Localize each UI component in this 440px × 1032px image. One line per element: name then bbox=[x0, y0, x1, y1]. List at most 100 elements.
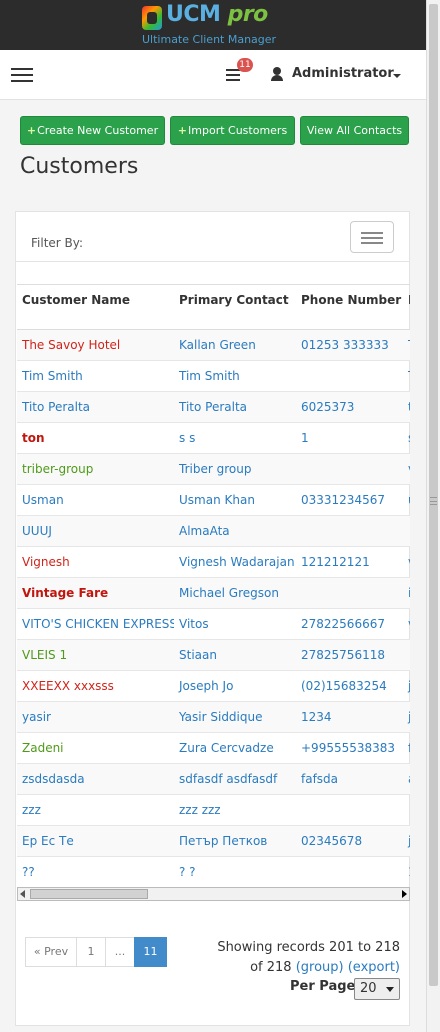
table-row[interactable]: ??? ? 1 bbox=[17, 855, 410, 887]
primary-contact-link[interactable]: Yasir Siddique bbox=[174, 700, 296, 732]
page-1-button[interactable]: 1 bbox=[76, 937, 106, 967]
primary-contact-link[interactable]: Tito Peralta bbox=[174, 390, 296, 422]
primary-contact-link[interactable]: s s bbox=[174, 421, 296, 453]
customer-name-link[interactable]: Tim Smith bbox=[17, 359, 174, 391]
customer-name-link[interactable]: VLEIS 1 bbox=[17, 638, 174, 670]
table-row[interactable]: Tito PeraltaTito Peralta6025373t bbox=[17, 390, 410, 422]
group-link[interactable]: (group) bbox=[296, 960, 344, 975]
records-summary: Showing records 201 to 218 of 218 (group… bbox=[200, 938, 400, 978]
vertical-scrollbar[interactable] bbox=[426, 0, 440, 1032]
table-row[interactable]: VigneshVignesh Wadarajan121212121v bbox=[17, 545, 410, 577]
table-row[interactable]: Tim SmithTim Smith T bbox=[17, 359, 410, 391]
phone-number-cell: 01253 333333 bbox=[296, 328, 403, 360]
menu-toggle-icon[interactable] bbox=[11, 68, 33, 82]
phone-number-cell bbox=[296, 855, 403, 887]
records-range: Showing records 201 to 218 bbox=[217, 940, 400, 955]
primary-contact-link[interactable]: Kallan Green bbox=[174, 328, 296, 360]
phone-number-cell: 1234 bbox=[296, 700, 403, 732]
plus-icon: + bbox=[26, 124, 37, 137]
phone-number-cell: 02345678 bbox=[296, 824, 403, 856]
customer-name-link[interactable]: UUUJ bbox=[17, 514, 174, 546]
column-header[interactable]: Phone Number bbox=[296, 285, 403, 330]
primary-contact-link[interactable]: Triber group bbox=[174, 452, 296, 484]
customer-name-link[interactable]: zsdsdasda bbox=[17, 762, 174, 794]
table-row[interactable]: UUUJ AlmaAta bbox=[17, 514, 410, 546]
column-header[interactable]: Customer Name bbox=[17, 285, 174, 330]
column-header[interactable]: Primary Contact bbox=[174, 285, 296, 330]
table-row[interactable]: zsdsdasdasdfasdf asdfasdffafsdaa bbox=[17, 762, 410, 794]
primary-contact-link[interactable]: Vignesh Wadarajan bbox=[174, 545, 296, 577]
primary-contact-link[interactable]: Петър Петков bbox=[174, 824, 296, 856]
table-row[interactable]: Vintage FareMichael Gregson i bbox=[17, 576, 410, 608]
horizontal-scroll-thumb[interactable] bbox=[30, 889, 148, 899]
customer-name-link[interactable]: ?? bbox=[17, 855, 174, 887]
customer-name-link[interactable]: zzz bbox=[17, 793, 174, 825]
primary-contact-link[interactable]: ? ? bbox=[174, 855, 296, 887]
primary-contact-link[interactable]: Joseph Jo bbox=[174, 669, 296, 701]
table-row[interactable]: ZadeniZura Cercvadze+99555538383f bbox=[17, 731, 410, 763]
per-page-select[interactable]: 20 bbox=[354, 978, 400, 1000]
scroll-left-icon[interactable] bbox=[20, 890, 25, 898]
filter-toggle-button[interactable] bbox=[350, 221, 394, 253]
phone-number-cell: 27822566667 bbox=[296, 607, 403, 639]
primary-contact-link[interactable]: Usman Khan bbox=[174, 483, 296, 515]
ucm-pro-logo[interactable]: UCM pro Ultimate Client Manager bbox=[142, 2, 292, 48]
customer-name-link[interactable]: Vintage Fare bbox=[17, 576, 174, 608]
vertical-scroll-thumb[interactable] bbox=[429, 4, 438, 986]
view-all-contacts-button[interactable]: View All Contacts bbox=[300, 116, 409, 145]
table-row[interactable]: Ер Ес ТеПетър Петков02345678j bbox=[17, 824, 410, 856]
primary-contact-link[interactable]: Stiaan bbox=[174, 638, 296, 670]
primary-contact-link[interactable]: Tim Smith bbox=[174, 359, 296, 391]
export-link[interactable]: (export) bbox=[348, 960, 400, 975]
table-row[interactable]: VLEIS 1 Stiaan 27825756118 bbox=[17, 638, 410, 670]
create-customer-button[interactable]: +Create New Customer bbox=[20, 116, 165, 145]
table-row[interactable]: The Savoy HotelKallan Green01253 333333T bbox=[17, 328, 410, 360]
email-cell: i bbox=[403, 576, 410, 608]
primary-contact-link[interactable]: Zura Cercvadze bbox=[174, 731, 296, 763]
phone-number-cell: +99555538383 bbox=[296, 731, 403, 763]
customer-name-link[interactable]: Ер Ес Те bbox=[17, 824, 174, 856]
table-row[interactable]: VITO'S CHICKEN EXPRESSVitos27822566667v bbox=[17, 607, 410, 639]
prev-page-button[interactable]: « Prev bbox=[25, 937, 77, 967]
table-row[interactable]: yasirYasir Siddique1234j bbox=[17, 700, 410, 732]
chevron-down-icon[interactable] bbox=[393, 74, 401, 78]
phone-number-cell: 6025373 bbox=[296, 390, 403, 422]
email-cell: j bbox=[403, 669, 410, 701]
primary-contact-link[interactable]: sdfasdf asdfasdf bbox=[174, 762, 296, 794]
table-row[interactable]: UsmanUsman Khan03331234567u bbox=[17, 483, 410, 515]
customer-name-link[interactable]: Zadeni bbox=[17, 731, 174, 763]
phone-number-cell bbox=[296, 793, 403, 825]
column-header[interactable]: Email bbox=[403, 285, 410, 330]
per-page-label: Per Page: bbox=[290, 979, 361, 994]
primary-contact-link[interactable]: AlmaAta bbox=[174, 514, 296, 546]
customer-name-link[interactable]: The Savoy Hotel bbox=[17, 328, 174, 360]
customer-name-link[interactable]: VITO'S CHICKEN EXPRESS bbox=[17, 607, 174, 639]
primary-contact-link[interactable]: Vitos bbox=[174, 607, 296, 639]
user-icon[interactable] bbox=[270, 67, 284, 81]
customer-name-link[interactable]: Vignesh bbox=[17, 545, 174, 577]
customer-name-link[interactable]: Tito Peralta bbox=[17, 390, 174, 422]
customer-name-link[interactable]: triber-group bbox=[17, 452, 174, 484]
email-cell bbox=[403, 514, 410, 546]
customer-name-link[interactable]: ton bbox=[17, 421, 174, 453]
notification-badge[interactable]: 11 bbox=[237, 58, 253, 72]
customer-name-link[interactable]: XXEEXX xxxsss bbox=[17, 669, 174, 701]
table-row[interactable]: tons s1s bbox=[17, 421, 410, 453]
phone-number-cell: 1 bbox=[296, 421, 403, 453]
customers-table-wrapper[interactable]: Customer Name Primary Contact Phone Number… bbox=[17, 284, 410, 902]
table-row[interactable]: zzz zzz zzz bbox=[17, 793, 410, 825]
customer-name-link[interactable]: yasir bbox=[17, 700, 174, 732]
customer-name-link[interactable]: Usman bbox=[17, 483, 174, 515]
horizontal-scrollbar[interactable] bbox=[17, 887, 410, 901]
import-customers-button[interactable]: +Import Customers bbox=[170, 116, 295, 145]
page-11-button[interactable]: 11 bbox=[134, 937, 167, 967]
table-header-row: Customer Name Primary Contact Phone Number… bbox=[17, 285, 410, 330]
primary-contact-link[interactable]: Michael Gregson bbox=[174, 576, 296, 608]
notifications-list-icon[interactable] bbox=[226, 69, 240, 81]
table-row[interactable]: triber-groupTriber group v bbox=[17, 452, 410, 484]
scroll-right-icon[interactable] bbox=[402, 890, 407, 898]
table-row[interactable]: XXEEXX xxxsssJoseph Jo(02)15683254j bbox=[17, 669, 410, 701]
user-menu-label[interactable]: Administrator bbox=[292, 66, 394, 81]
primary-contact-link[interactable]: zzz zzz bbox=[174, 793, 296, 825]
email-cell: a bbox=[403, 762, 410, 794]
